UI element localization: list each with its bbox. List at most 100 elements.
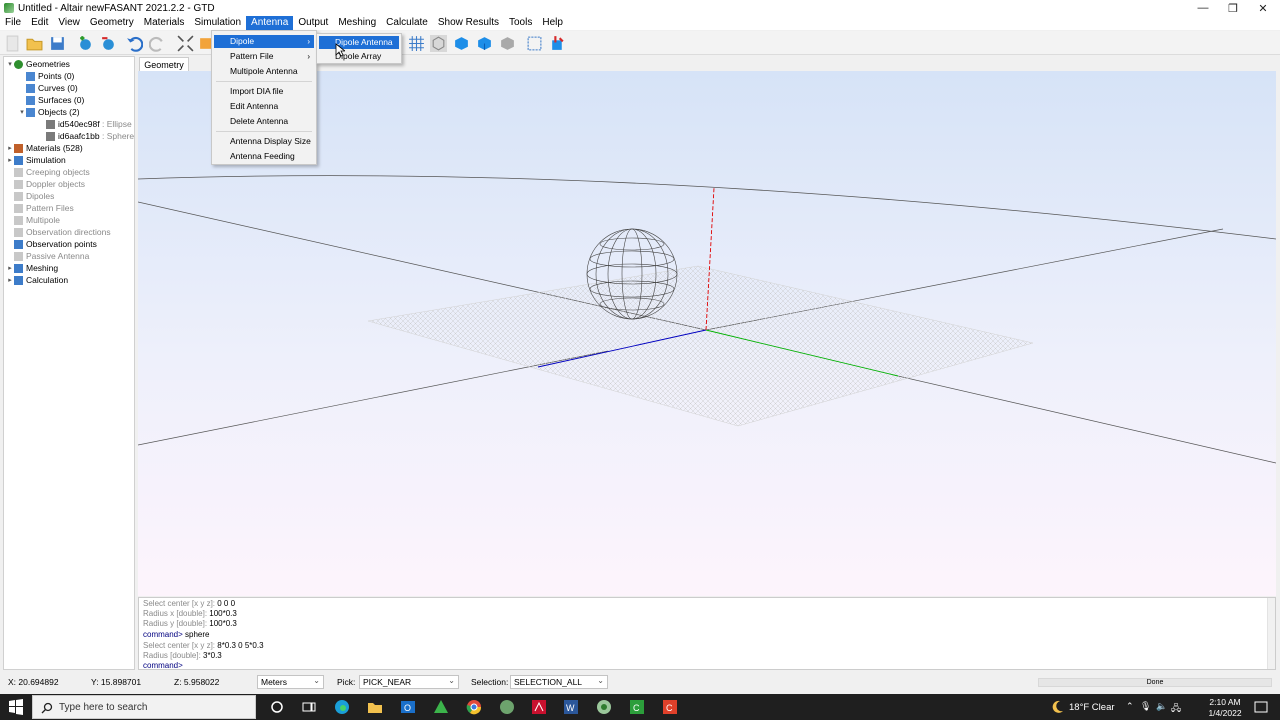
grey-cube-icon[interactable]: [499, 35, 516, 52]
speaker-icon[interactable]: 🔈: [1156, 701, 1167, 712]
menu-tools[interactable]: Tools: [504, 16, 537, 30]
tree-objects[interactable]: ▾ Objects (2): [18, 106, 79, 118]
collapse-icon[interactable]: ▾: [6, 60, 14, 68]
menu-item-import-dia[interactable]: Import DIA file: [214, 85, 314, 98]
menu-simulation[interactable]: Simulation: [189, 16, 246, 30]
menu-antenna[interactable]: Antenna: [246, 16, 294, 30]
tree-creeping[interactable]: Creeping objects: [14, 166, 90, 178]
chrome-icon[interactable]: [466, 699, 482, 715]
expand-icon[interactable]: ▸: [6, 276, 14, 284]
tree-calculation[interactable]: ▸ Calculation: [6, 274, 68, 286]
tree-object-ellipse[interactable]: id540ec98f : Ellipse: [46, 118, 132, 130]
menu-file[interactable]: File: [0, 16, 26, 30]
add-object-icon[interactable]: [77, 35, 94, 52]
bounding-box-icon[interactable]: [526, 35, 543, 52]
tab-geometry[interactable]: Geometry: [139, 57, 189, 71]
redo-icon[interactable]: [149, 35, 166, 52]
new-file-icon[interactable]: [4, 35, 21, 52]
menu-item-antenna-feeding[interactable]: Antenna Feeding: [214, 150, 314, 163]
weather-text[interactable]: 18°F Clear: [1069, 702, 1115, 713]
notification-icon[interactable]: [1253, 699, 1269, 715]
tree-object-sphere[interactable]: id6aafc1bb : Sphere: [46, 130, 134, 142]
grid-icon[interactable]: [408, 35, 425, 52]
tree-curves[interactable]: Curves (0): [26, 82, 78, 94]
acrobat-icon[interactable]: [531, 699, 547, 715]
menu-edit[interactable]: Edit: [26, 16, 53, 30]
progress-bar: Done: [1038, 678, 1272, 687]
close-button[interactable]: ✕: [1248, 0, 1278, 16]
tree-points[interactable]: Points (0): [26, 70, 74, 82]
solid-cube-icon[interactable]: [453, 35, 470, 52]
expand-icon[interactable]: ▸: [6, 144, 14, 152]
edge-icon[interactable]: [334, 699, 350, 715]
tree-surfaces[interactable]: Surfaces (0): [26, 94, 84, 106]
selection-select[interactable]: SELECTION_ALL ⌄: [510, 675, 608, 689]
expand-icon[interactable]: ▸: [6, 264, 14, 272]
tree-multipole[interactable]: Multipole: [14, 214, 60, 226]
menu-item-edit-antenna[interactable]: Edit Antenna: [214, 100, 314, 113]
menu-item-antenna-display-size[interactable]: Antenna Display Size: [214, 135, 314, 148]
menu-item-pattern-file[interactable]: Pattern File ›: [214, 50, 314, 63]
menu-item-multipole-antenna[interactable]: Multipole Antenna: [214, 65, 314, 78]
camtasia-red-icon[interactable]: C: [662, 699, 678, 715]
menu-item-dipole-array[interactable]: Dipole Array: [319, 50, 399, 63]
command-prompt[interactable]: command>: [143, 661, 183, 670]
word-icon[interactable]: W: [563, 699, 579, 715]
clock-date[interactable]: 1/4/2022: [1205, 708, 1245, 718]
windows-start-icon[interactable]: [8, 699, 24, 715]
clock-time[interactable]: 2:10 AM: [1207, 697, 1243, 707]
app-green-icon[interactable]: [433, 699, 449, 715]
save-icon[interactable]: [49, 35, 66, 52]
microphone-icon[interactable]: 🎙: [1140, 701, 1151, 712]
pick-select[interactable]: PICK_NEAR ⌄: [359, 675, 459, 689]
tree-observation-points[interactable]: Observation points: [14, 238, 97, 250]
camtasia-green-icon[interactable]: C: [629, 699, 645, 715]
menu-geometry[interactable]: Geometry: [85, 16, 139, 30]
tree-doppler[interactable]: Doppler objects: [14, 178, 85, 190]
menu-show-results[interactable]: Show Results: [433, 16, 504, 30]
file-explorer-icon[interactable]: [367, 699, 383, 715]
taskbar-search[interactable]: Type here to search: [32, 695, 256, 719]
menu-meshing[interactable]: Meshing: [333, 16, 381, 30]
cortana-icon[interactable]: [269, 699, 285, 715]
tree-pattern-files[interactable]: Pattern Files: [14, 202, 74, 214]
tree-meshing[interactable]: ▸ Meshing: [6, 262, 58, 274]
menu-calculate[interactable]: Calculate: [381, 16, 433, 30]
open-folder-icon[interactable]: [26, 35, 43, 52]
console-scrollbar[interactable]: [1267, 598, 1275, 669]
fit-view-icon[interactable]: [177, 35, 194, 52]
shaded-cube-icon[interactable]: [476, 35, 493, 52]
menu-item-dipole-antenna[interactable]: Dipole Antenna: [319, 36, 399, 49]
tree-geometries[interactable]: ▾ Geometries: [6, 58, 70, 70]
task-view-icon[interactable]: [301, 699, 317, 715]
tree-passive-antenna[interactable]: Passive Antenna: [14, 250, 89, 262]
wireframe-cube-icon[interactable]: [430, 35, 447, 52]
weather-moon-icon[interactable]: [1049, 699, 1065, 715]
remove-object-icon[interactable]: [100, 35, 117, 52]
tree-materials[interactable]: ▸ Materials (528): [6, 142, 82, 154]
tree-dipoles[interactable]: Dipoles: [14, 190, 54, 202]
chevron-up-icon[interactable]: ⌃: [1126, 701, 1134, 712]
expand-icon[interactable]: ▸: [6, 156, 14, 164]
tree-observation-directions[interactable]: Observation directions: [14, 226, 111, 238]
outlook-icon[interactable]: O: [400, 699, 416, 715]
menu-item-dipole[interactable]: Dipole ›: [214, 35, 314, 48]
collapse-icon[interactable]: ▾: [18, 108, 26, 116]
tree-simulation[interactable]: ▸ Simulation: [6, 154, 65, 166]
undo-icon[interactable]: [126, 35, 143, 52]
menu-output[interactable]: Output: [293, 16, 333, 30]
command-console[interactable]: Select center [x y z]: 0 0 0 Radius x [d…: [138, 597, 1276, 670]
network-icon[interactable]: 🖧: [1171, 701, 1181, 717]
units-select[interactable]: Meters ⌄: [257, 675, 324, 689]
newfasant-icon[interactable]: [596, 699, 612, 715]
menu-materials[interactable]: Materials: [139, 16, 190, 30]
menu-view[interactable]: View: [53, 16, 85, 30]
maximize-button[interactable]: ❐: [1218, 0, 1248, 16]
pick-label: Pick:: [337, 677, 356, 687]
menu-help[interactable]: Help: [537, 16, 568, 30]
fasant-app-icon[interactable]: [499, 699, 515, 715]
menu-item-delete-antenna[interactable]: Delete Antenna: [214, 115, 314, 128]
axes-icon[interactable]: [549, 35, 566, 52]
ground-plane-mesh[interactable]: [367, 265, 1034, 427]
minimize-button[interactable]: —: [1188, 0, 1218, 16]
